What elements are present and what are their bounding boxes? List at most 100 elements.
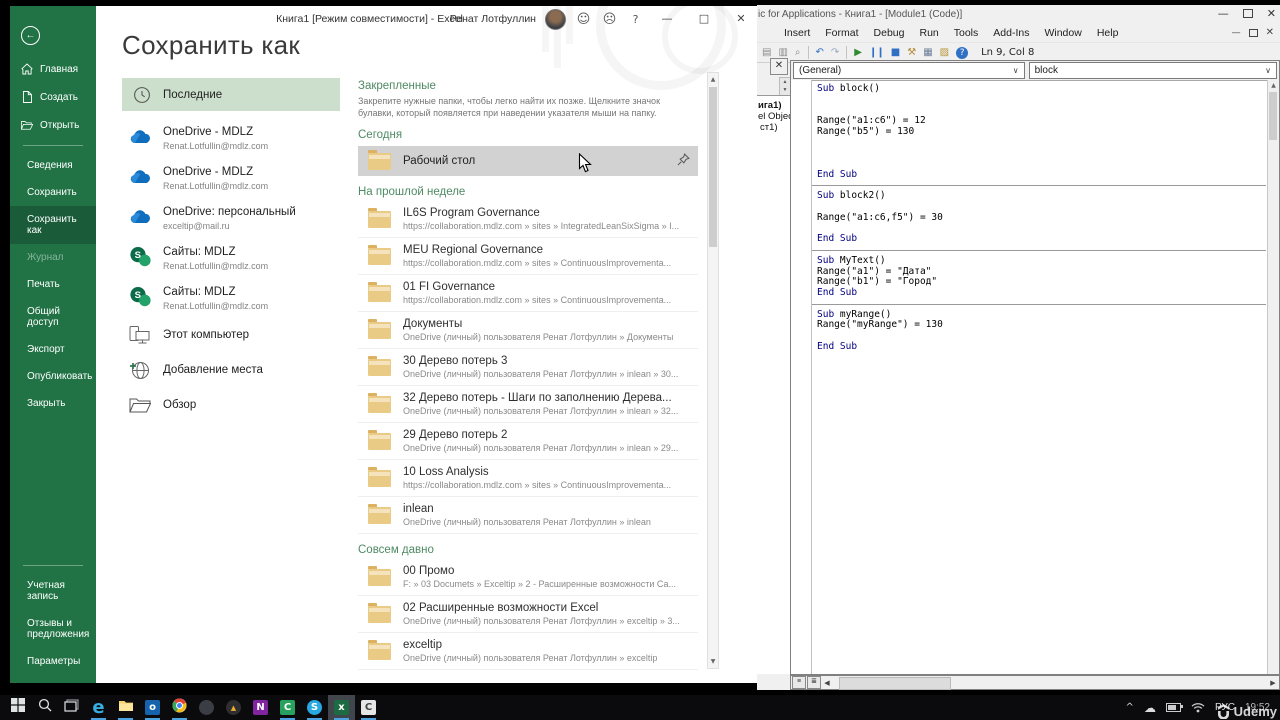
- recent-scrollbar[interactable]: ▲ ▼: [707, 72, 719, 669]
- code-line[interactable]: [817, 138, 1266, 149]
- properties-icon[interactable]: ▨: [940, 47, 949, 58]
- sidebar-item-create[interactable]: Создать: [10, 83, 96, 111]
- sidebar-item-feedback[interactable]: Отзывы и предложения: [10, 610, 96, 648]
- paste-icon[interactable]: ▤: [762, 47, 771, 58]
- frown-feedback-icon[interactable]: ☹: [601, 11, 618, 28]
- scrollbar-track[interactable]: [833, 677, 1267, 690]
- taskbar-start[interactable]: [4, 695, 31, 720]
- menu-insert[interactable]: Insert: [784, 27, 810, 39]
- folder-row[interactable]: 10 Loss Analysis https://collaboration.md…: [358, 460, 698, 497]
- code-line[interactable]: Sub MyText(): [817, 255, 1266, 267]
- sidebar-item-close[interactable]: Закрыть: [10, 390, 96, 417]
- redo-icon[interactable]: ↷: [831, 47, 839, 58]
- folder-row[interactable]: 00 Промо F: » 03 Documets » Exceltip » 2 …: [358, 559, 698, 596]
- code-line[interactable]: End Sub: [817, 169, 1266, 181]
- run-icon[interactable]: ▶: [854, 47, 862, 58]
- object-dropdown[interactable]: (General) ∨: [793, 62, 1025, 79]
- menu-debug[interactable]: Debug: [874, 27, 905, 39]
- network-icon[interactable]: [1191, 702, 1205, 713]
- sidebar-item-share[interactable]: Общий доступ: [10, 298, 96, 336]
- code-line[interactable]: Range("b5") = 130: [817, 126, 1266, 138]
- code-line[interactable]: Range("a1:c6,f5") = 30: [817, 212, 1266, 224]
- code-line[interactable]: [817, 95, 1266, 106]
- vba-help-icon[interactable]: ?: [956, 46, 969, 59]
- taskbar-edge[interactable]: e: [85, 695, 112, 720]
- menu-run[interactable]: Run: [919, 27, 938, 39]
- vba-minimize-button[interactable]: —: [1218, 7, 1229, 20]
- folder-row[interactable]: 29 Дерево потерь 2 OneDrive (личный) поль…: [358, 423, 698, 460]
- pause-icon[interactable]: ❙❙: [869, 47, 885, 58]
- project-panel-close-icon[interactable]: ✕: [770, 58, 788, 75]
- folder-row[interactable]: exceltip OneDrive (личный) пользователя Р…: [358, 633, 698, 670]
- sidebar-item-info[interactable]: Сведения: [10, 152, 96, 179]
- code-line[interactable]: [817, 331, 1266, 342]
- taskbar-alert-app[interactable]: ▲: [220, 695, 247, 720]
- project-explorer-fragment[interactable]: ига1)el Objectsст1): [757, 95, 790, 674]
- account-name[interactable]: Ренат Лотфуллин: [450, 13, 536, 25]
- project-tree-item[interactable]: ст1): [757, 122, 790, 133]
- place-sites-mdlz-1[interactable]: S Сайты: MDLZ Renat.Lotfullin@mdlz.com: [122, 246, 340, 271]
- procedure-dropdown[interactable]: block ∨: [1028, 62, 1277, 79]
- scrollbar-thumb[interactable]: [709, 87, 717, 247]
- code-line[interactable]: [817, 159, 1266, 170]
- place-onedrive-mdlz-1[interactable]: OneDrive - MDLZ Renat.Lotfullin@mdlz.com: [122, 126, 340, 151]
- taskbar-steam[interactable]: [193, 695, 220, 720]
- child-close-button[interactable]: ✕: [1266, 27, 1274, 38]
- place-browse[interactable]: Обзор: [122, 394, 340, 416]
- scrollbar-thumb[interactable]: [839, 677, 951, 690]
- code-text[interactable]: Sub block() Range("a1:c6") = 12 Range("b5…: [812, 83, 1266, 353]
- taskbar-file-explorer[interactable]: [112, 695, 139, 720]
- copy-icon[interactable]: ▥: [778, 47, 787, 58]
- stop-icon[interactable]: ■: [891, 47, 900, 58]
- code-line[interactable]: [817, 148, 1266, 159]
- taskbar-search[interactable]: [31, 695, 58, 720]
- scroll-right-icon[interactable]: ▶: [1267, 679, 1279, 687]
- pin-icon[interactable]: [677, 153, 690, 169]
- place-add-place[interactable]: Добавление места: [122, 359, 340, 381]
- scrollbar-thumb[interactable]: [1269, 92, 1277, 140]
- sidebar-item-export[interactable]: Экспорт: [10, 336, 96, 363]
- code-line[interactable]: End Sub: [817, 233, 1266, 245]
- menu-addins[interactable]: Add-Ins: [993, 27, 1029, 39]
- code-line[interactable]: End Sub: [817, 341, 1266, 353]
- code-editor[interactable]: Sub block() Range("a1:c6") = 12 Range("b5…: [791, 80, 1268, 674]
- project-tree-item[interactable]: ига1): [757, 100, 790, 111]
- taskbar-skype[interactable]: S: [301, 695, 328, 720]
- sidebar-item-history[interactable]: Журнал: [10, 244, 96, 271]
- folder-row[interactable]: Документы OneDrive (личный) пользователя …: [358, 312, 698, 349]
- scroll-down-icon[interactable]: ▼: [708, 655, 718, 668]
- onedrive-tray-icon[interactable]: ☁: [1144, 701, 1156, 715]
- code-line[interactable]: End Sub: [817, 287, 1266, 299]
- menu-help[interactable]: Help: [1097, 27, 1119, 39]
- place-onedrive-mdlz-2[interactable]: OneDrive - MDLZ Renat.Lotfullin@mdlz.com: [122, 166, 340, 191]
- taskbar-task-view[interactable]: [58, 695, 85, 720]
- taskbar-chrome[interactable]: [166, 695, 193, 720]
- menu-format[interactable]: Format: [825, 27, 858, 39]
- place-sites-mdlz-2[interactable]: S Сайты: MDLZ Renat.Lotfullin@mdlz.com: [122, 286, 340, 311]
- scroll-left-icon[interactable]: ◀: [821, 679, 833, 687]
- folder-row[interactable]: 32 Дерево потерь - Шаги по заполнению Де…: [358, 386, 698, 423]
- folder-row[interactable]: IL6S Program Governance https://collabora…: [358, 201, 698, 238]
- place-onedrive-personal[interactable]: OneDrive: персональный exceltip@mail.ru: [122, 206, 340, 231]
- hidden-icons-chevron[interactable]: ^: [1126, 702, 1134, 713]
- help-icon[interactable]: ?: [627, 11, 644, 28]
- vba-close-button[interactable]: ✕: [1267, 7, 1276, 20]
- design-mode-icon[interactable]: ⚒: [907, 47, 916, 58]
- place-this-pc[interactable]: Этот компьютер: [122, 324, 340, 346]
- child-restore-button[interactable]: [1248, 28, 1258, 37]
- taskbar-white-c-app[interactable]: C: [355, 695, 382, 720]
- folder-row-highlighted[interactable]: Рабочий стол: [358, 146, 698, 176]
- full-module-view-button[interactable]: ≣: [807, 676, 821, 689]
- folder-row[interactable]: 00 FI Qualification and step up card: [358, 670, 698, 675]
- find-icon[interactable]: ⌕: [795, 47, 801, 58]
- battery-icon[interactable]: [1165, 703, 1183, 712]
- sidebar-item-account[interactable]: Учетная запись: [10, 572, 96, 610]
- sidebar-item-publish[interactable]: Опубликовать: [10, 363, 96, 390]
- project-explorer-icon[interactable]: ▦: [923, 47, 932, 58]
- taskbar-green-c-app[interactable]: C: [274, 695, 301, 720]
- menu-tools[interactable]: Tools: [954, 27, 979, 39]
- scroll-up-icon[interactable]: ▲: [1268, 80, 1279, 91]
- sidebar-item-home[interactable]: Главная: [10, 55, 96, 83]
- code-line[interactable]: [817, 223, 1266, 234]
- child-minimize-button[interactable]: —: [1232, 28, 1241, 38]
